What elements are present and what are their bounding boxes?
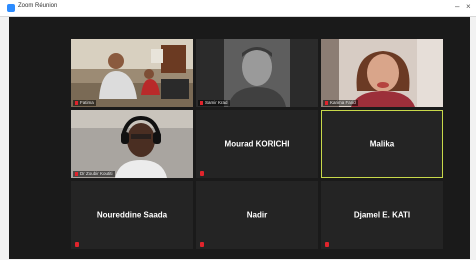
participant-video [321,39,443,107]
mic-muted-icon [75,100,78,105]
mic-muted-icon [200,100,203,105]
participant-tile[interactable]: Karima Farid [321,39,443,107]
mic-muted-icon [325,100,328,105]
mic-muted-icon [200,171,204,176]
participant-name: Malika [369,139,395,149]
mic-muted-icon [75,242,79,247]
participant-tile[interactable]: Fatima [71,39,193,107]
participant-name: Noureddine Saada [96,210,168,220]
participant-tile[interactable]: Nadir [196,181,318,249]
window-titlebar: Zoom Réunion – × [0,0,476,17]
participant-name-tag: Samir Krad [198,100,230,106]
minimize-icon[interactable]: – [455,1,459,13]
zoom-logo-icon [7,4,15,12]
close-icon[interactable]: × [466,1,471,13]
mic-muted-icon [325,242,329,247]
participant-video [71,39,193,107]
participant-video [71,110,193,178]
gallery-view: Fatima Samir Krad Karima Farid Dr Zoubir… [9,17,470,259]
window-title: Zoom Réunion [18,3,58,9]
participant-name-tag: Fatima [73,100,96,106]
participant-name-tag: Karima Farid [323,100,358,106]
participant-name: Nadir [246,210,268,220]
participant-tile[interactable]: Noureddine Saada [71,181,193,249]
mic-muted-icon [200,242,204,247]
participant-tile-active-speaker[interactable]: Malika [321,110,443,178]
participant-tile[interactable]: Djamel E. KATI [321,181,443,249]
participant-tile[interactable]: Samir Krad [196,39,318,107]
participant-name-tag: Dr Zoubir Koutiti [73,171,115,177]
participant-tile[interactable]: Dr Zoubir Koutiti [71,110,193,178]
participant-video [196,39,318,107]
participant-name: Djamel E. KATI [353,210,411,220]
mic-muted-icon [75,171,78,176]
participant-name: Mourad KORICHI [224,139,290,149]
participant-tile[interactable]: Mourad KORICHI [196,110,318,178]
